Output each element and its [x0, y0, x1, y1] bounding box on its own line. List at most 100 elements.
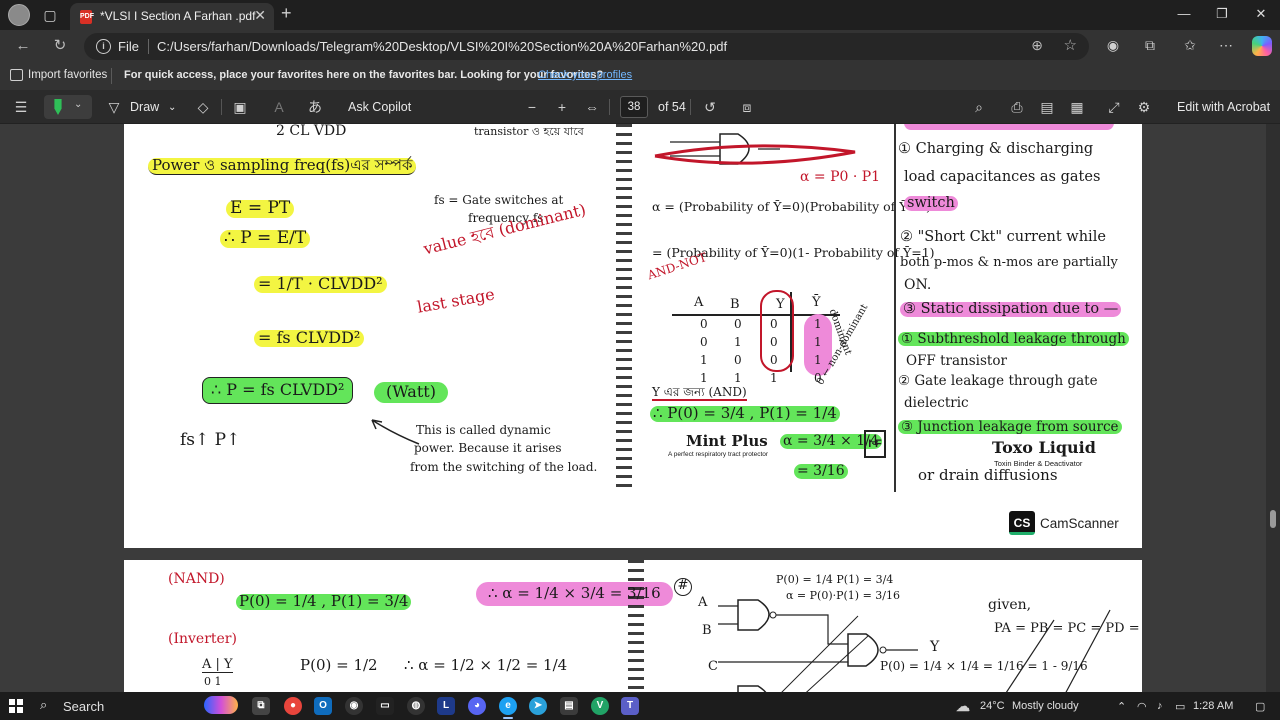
draw-icon[interactable]: ▽	[105, 99, 123, 115]
alpha-eq-1: α = (Probability of Ȳ=0)(Probability of …	[652, 199, 931, 214]
tab-actions-icon[interactable]: ▢	[40, 5, 60, 25]
favorite-star-icon[interactable]: ☆	[1064, 36, 1077, 54]
dissipation-1c: switch	[904, 195, 958, 212]
tray-chevron-icon[interactable]: ⌃	[1117, 700, 1126, 713]
volume-icon[interactable]: ♪	[1157, 700, 1163, 712]
bottom-equation: P(0) = 1/4 × 1/4 = 1/16 = 1 - 9/16	[880, 659, 1088, 673]
text-box-icon[interactable]: ▣	[231, 99, 249, 115]
minimize-button[interactable]: —	[1174, 6, 1194, 21]
import-favorites-button[interactable]: Import favorites	[28, 69, 107, 81]
chrome-icon[interactable]: ●	[284, 697, 302, 715]
draw-chevron-icon[interactable]: ⌄	[168, 102, 176, 113]
spiral-binding-2	[628, 560, 644, 692]
table-cell: 1	[734, 335, 742, 349]
table-cell: 1	[700, 371, 708, 385]
search-icon[interactable]: ⌕	[970, 99, 988, 115]
weather-description[interactable]: Mostly cloudy	[1012, 700, 1079, 712]
table-cell: 0	[734, 353, 742, 367]
browser-tab-active[interactable]: PDF *VLSI I Section A Farhan .pdf ✕	[70, 3, 274, 30]
maximize-button[interactable]: ❐	[1212, 6, 1232, 22]
eq-power: ∴ P = E/T	[220, 229, 311, 248]
weather-temp[interactable]: 24°C	[980, 700, 1005, 712]
pdf-viewport[interactable]: 2 CL VDD transistor ও হয়ে যাবে Power ও …	[0, 124, 1266, 692]
alpha-def: α = P0 · P1	[800, 169, 881, 185]
obs-icon[interactable]: ◉	[345, 697, 363, 715]
check-profiles-link[interactable]: Check your profiles	[538, 69, 632, 81]
copilot-icon[interactable]	[1252, 36, 1272, 56]
read-aloud-icon[interactable]: A	[270, 99, 288, 115]
clock-time[interactable]: 1:28 AM	[1193, 700, 1233, 712]
chevron-down-icon[interactable]: ⌄	[74, 99, 82, 110]
start-button[interactable]	[9, 699, 23, 713]
address-bar[interactable]: i File C:/Users/farhan/Downloads/Telegra…	[84, 33, 1089, 60]
profile-avatar[interactable]	[8, 4, 30, 26]
zoom-in-icon[interactable]: +	[553, 99, 571, 115]
contents-menu-icon[interactable]: ☰	[12, 99, 30, 115]
input-label-c: C	[708, 659, 718, 674]
zoom-out-icon[interactable]: −	[523, 99, 541, 115]
page-number-input[interactable]: 38	[620, 96, 648, 118]
wifi-icon[interactable]: ◠	[1137, 700, 1147, 713]
leakage-3b: or drain diffusions	[918, 466, 1058, 484]
input-label-a: A	[698, 595, 708, 610]
table-cell: 1	[814, 335, 822, 349]
new-tab-button[interactable]: +	[281, 3, 292, 24]
vertical-scrollbar[interactable]	[1266, 124, 1280, 692]
back-button[interactable]: ←	[14, 37, 32, 55]
extension-icon[interactable]: ◉	[1104, 37, 1122, 54]
close-window-button[interactable]: ✕	[1251, 6, 1271, 22]
highlight-tool-button[interactable]: ⌄	[44, 95, 92, 119]
more-menu-icon[interactable]: ⋯	[1217, 37, 1235, 54]
extensions-puzzle-icon[interactable]: ⧉	[1141, 37, 1159, 54]
pdf-toolbar: ☰ ⌄ ▽ Draw ⌄ ◇ ▣ A あ Ask Copilot − + ⇔ 3…	[0, 90, 1280, 124]
translate-icon[interactable]: あ	[306, 99, 324, 115]
page-view-icon[interactable]: ⧈	[738, 99, 756, 115]
weather-cloud-icon[interactable]: ☁	[954, 697, 972, 715]
site-info-icon[interactable]: i	[96, 39, 111, 54]
outlook-icon[interactable]: O	[314, 697, 332, 715]
settings-gear-icon[interactable]: ⚙	[1135, 99, 1153, 115]
draw-button[interactable]: Draw	[130, 100, 159, 114]
refresh-button[interactable]: ↻	[51, 37, 69, 55]
formulation-logo: I·F	[864, 430, 886, 458]
print-icon[interactable]: ⎙	[1008, 99, 1026, 115]
github-icon[interactable]: ◍	[407, 697, 425, 715]
zoom-icon[interactable]: ⊕	[1031, 37, 1043, 54]
ask-copilot-button[interactable]: Ask Copilot	[348, 100, 411, 114]
battery-icon[interactable]: ▭	[1175, 700, 1185, 713]
leakage-1: ① Subthreshold leakage through	[898, 332, 1129, 346]
scrollbar-thumb[interactable]	[1270, 510, 1276, 528]
vpn-icon[interactable]: V	[591, 697, 609, 715]
edge-icon[interactable]: e	[499, 697, 517, 715]
mint-plus-brand: Mint Plus	[686, 432, 768, 450]
taskbar-search[interactable]: ⌕ Search	[34, 695, 244, 717]
task-view-icon[interactable]: ⧉	[252, 697, 270, 715]
edit-with-acrobat-button[interactable]: Edit with Acrobat	[1177, 100, 1270, 114]
rotate-icon[interactable]: ↺	[701, 99, 719, 115]
eraser-icon[interactable]: ◇	[194, 99, 212, 115]
inverter-p0: P(0) = 1/2	[300, 656, 378, 674]
save-as-icon[interactable]: ▦	[1068, 99, 1086, 115]
inverter-label: (Inverter)	[168, 631, 237, 647]
lrc-icon[interactable]: L	[437, 697, 455, 715]
notifications-icon[interactable]: ▢	[1255, 700, 1265, 713]
table-cell: 1	[770, 371, 778, 385]
nand-circuit-sketch	[718, 599, 918, 692]
pdf-page-39: (NAND) P(0) = 1/4 , P(1) = 3/4 ∴ α = 1/4…	[124, 560, 1142, 692]
url-text[interactable]: C:/Users/farhan/Downloads/Telegram%20Des…	[157, 39, 727, 54]
nand-probabilities: P(0) = 1/4 , P(1) = 3/4	[236, 593, 412, 610]
telegram-icon[interactable]: ➤	[529, 697, 547, 715]
table-cell: 0	[770, 353, 778, 367]
discord-icon[interactable]: ◕	[468, 697, 486, 715]
teams-icon[interactable]: T	[621, 697, 639, 715]
close-tab-icon[interactable]: ✕	[254, 7, 266, 24]
file-explorer-icon[interactable]: ▤	[560, 697, 578, 715]
fullscreen-icon[interactable]: ⤢	[1105, 99, 1123, 115]
favorites-bar: Import favorites For quick access, place…	[0, 62, 1280, 90]
camscanner-logo: CS	[1009, 511, 1035, 535]
import-icon[interactable]	[10, 69, 23, 81]
favorites-icon[interactable]: ✩	[1181, 37, 1199, 54]
save-icon[interactable]: ▤	[1038, 99, 1056, 115]
terminal-icon[interactable]: ▭	[376, 697, 394, 715]
fit-page-icon[interactable]: ⇔	[583, 99, 601, 115]
